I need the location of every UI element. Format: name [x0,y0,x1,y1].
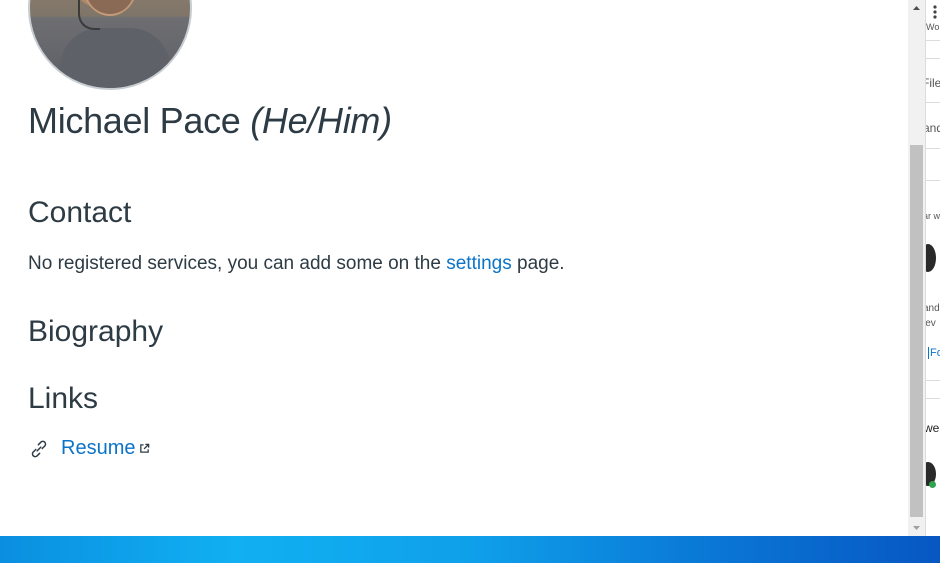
external-link-icon [140,443,150,453]
settings-link[interactable]: settings [446,253,511,274]
panel-divider [926,398,940,399]
avatar-cord [78,0,100,30]
contact-text-before: No registered services, you can add some… [28,253,447,274]
panel-divider [926,58,940,59]
scrollbar-thumb[interactable] [910,145,923,517]
resume-link[interactable]: Resume [61,437,135,460]
profile-avatar[interactable] [28,0,192,90]
panel-divider [926,180,940,181]
chain-link-icon [31,440,47,457]
panel-fragment-2: Files [926,76,940,90]
contact-text: No registered services, you can add some… [28,253,565,275]
profile-pronouns: (He/Him) [250,100,392,141]
link-item-resume: Resume [28,437,150,460]
panel-divider [926,380,940,381]
vertical-scrollbar[interactable] [908,0,925,536]
panel-fragment-5: and [926,303,940,314]
panel-fragment-6: iev [925,318,936,329]
panel-fragment-8: we [925,421,940,435]
panel-fragment-4: ar w [926,211,940,221]
panel-fragment-1: Wo [926,22,940,32]
scroll-down-arrow-icon[interactable] [908,519,925,536]
more-options-icon[interactable] [932,4,938,20]
profile-name-text: Michael Pace [28,100,241,141]
profile-page: Michael Pace (He/Him) Contact No registe… [0,0,908,536]
contact-text-after: page. [511,253,565,274]
panel-divider [926,40,940,41]
panel-divider [926,148,940,149]
online-status-dot [929,481,936,488]
biography-heading: Biography [28,315,164,348]
contact-heading: Contact [28,196,132,229]
follow-button[interactable]: Fo [928,347,940,359]
windows-taskbar [0,536,940,563]
panel-divider [926,102,940,103]
panel-fragment-3: and [926,121,940,135]
links-heading: Links [28,382,99,415]
scroll-up-arrow-icon[interactable] [908,0,925,17]
avatar [926,244,936,272]
avatar-shirt [60,28,170,88]
profile-name: Michael Pace (He/Him) [28,100,392,142]
background-window-strip: Wo Files and ar w and iev Fo we [925,0,940,536]
